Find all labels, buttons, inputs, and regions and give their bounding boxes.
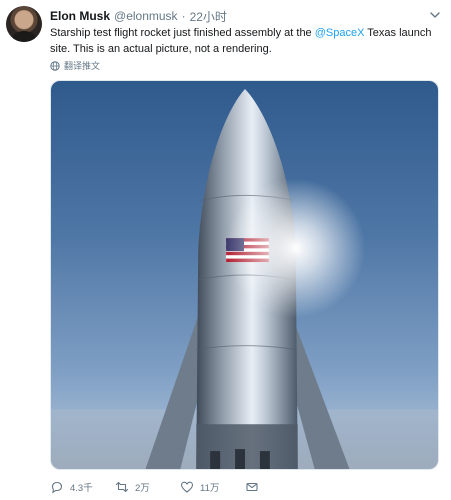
tweet-text-part: Starship test flight rocket just finishe… <box>50 27 315 39</box>
globe-icon <box>50 60 60 71</box>
starship-photo <box>51 88 438 469</box>
retweet-count: 2万 <box>135 483 150 494</box>
author-handle[interactable]: @elonmusk <box>114 9 178 23</box>
tweet-actions: 4.3千 2万 11万 <box>50 478 310 496</box>
retweet-icon <box>115 481 129 493</box>
like-button[interactable]: 11万 <box>180 480 245 494</box>
mail-icon <box>246 482 258 492</box>
tweet-card[interactable]: Elon Musk @elonmusk · 22小时 Starship test… <box>0 0 451 500</box>
mention-link[interactable]: @SpaceX <box>315 27 365 39</box>
separator-dot: · <box>181 9 186 23</box>
translate-tweet-button[interactable]: 翻译推文 <box>50 59 100 72</box>
reply-count: 4.3千 <box>70 483 93 494</box>
retweet-button[interactable]: 2万 <box>115 480 180 494</box>
reply-icon <box>51 481 63 494</box>
author-name[interactable]: Elon Musk <box>50 9 110 23</box>
translate-label: 翻译推文 <box>64 61 101 71</box>
tweet-time[interactable]: 22小时 <box>190 8 227 25</box>
tweet-photo[interactable] <box>50 80 439 470</box>
reply-button[interactable]: 4.3千 <box>50 480 115 494</box>
direct-message-button[interactable] <box>245 480 310 494</box>
tweet-text: Starship test flight rocket just finishe… <box>50 25 445 57</box>
like-icon <box>180 481 194 493</box>
tweet-header: Elon Musk @elonmusk · 22小时 <box>50 8 435 24</box>
chevron-down-icon[interactable] <box>429 10 441 20</box>
avatar[interactable] <box>6 6 42 42</box>
like-count: 11万 <box>200 483 220 494</box>
